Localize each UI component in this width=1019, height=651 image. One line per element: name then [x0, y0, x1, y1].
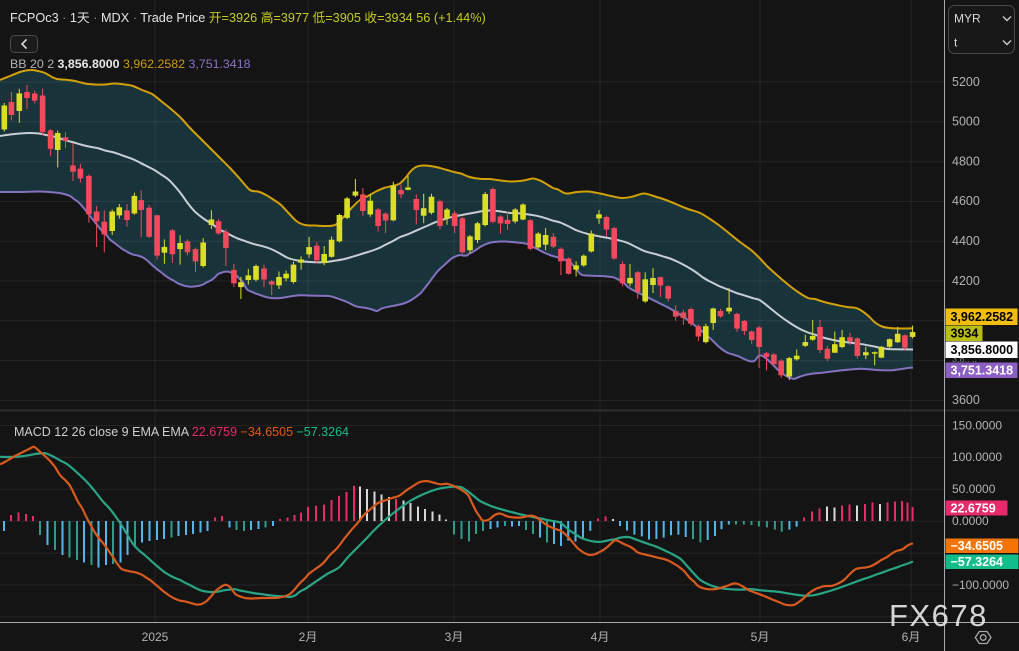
svg-text:−57.3264: −57.3264 [951, 555, 1004, 569]
svg-text:5000: 5000 [952, 115, 980, 129]
svg-text:5200: 5200 [952, 75, 980, 89]
svg-text:MACD 12 26 close 9 EMA EMA 22: MACD 12 26 close 9 EMA EMA 22.6759 −34.6… [14, 425, 349, 439]
svg-text:3600: 3600 [952, 393, 980, 407]
svg-text:2025: 2025 [142, 630, 169, 644]
svg-text:BB 20 2 3,856.8000 3,962.2582: BB 20 2 3,856.8000 3,962.2582 3,751.3418 [10, 57, 251, 71]
svg-text:FCPOc3 · 1天 · MDX · Trade Pric: FCPOc3 · 1天 · MDX · Trade Price 开=3926 高… [10, 10, 486, 25]
svg-text:22.6759: 22.6759 [951, 501, 996, 515]
svg-text:4月: 4月 [591, 630, 610, 644]
svg-text:0.0000: 0.0000 [952, 514, 989, 528]
svg-text:MYR: MYR [954, 12, 981, 26]
svg-text:3,856.8000: 3,856.8000 [951, 343, 1014, 357]
svg-text:50.0000: 50.0000 [952, 482, 996, 496]
svg-text:4800: 4800 [952, 154, 980, 168]
svg-text:5月: 5月 [751, 630, 770, 644]
svg-text:6月: 6月 [902, 630, 921, 644]
svg-text:3月: 3月 [445, 630, 464, 644]
svg-text:FX678: FX678 [889, 598, 988, 633]
svg-text:150.0000: 150.0000 [952, 418, 1002, 432]
svg-text:3934: 3934 [951, 327, 979, 341]
svg-text:3,751.3418: 3,751.3418 [951, 364, 1014, 378]
svg-text:4200: 4200 [952, 274, 980, 288]
svg-text:−100.0000: −100.0000 [952, 578, 1009, 592]
svg-text:100.0000: 100.0000 [952, 450, 1002, 464]
svg-text:4400: 4400 [952, 234, 980, 248]
svg-text:3,962.2582: 3,962.2582 [951, 310, 1014, 324]
svg-text:2月: 2月 [299, 630, 318, 644]
svg-text:4600: 4600 [952, 194, 980, 208]
svg-text:−34.6505: −34.6505 [951, 539, 1004, 553]
